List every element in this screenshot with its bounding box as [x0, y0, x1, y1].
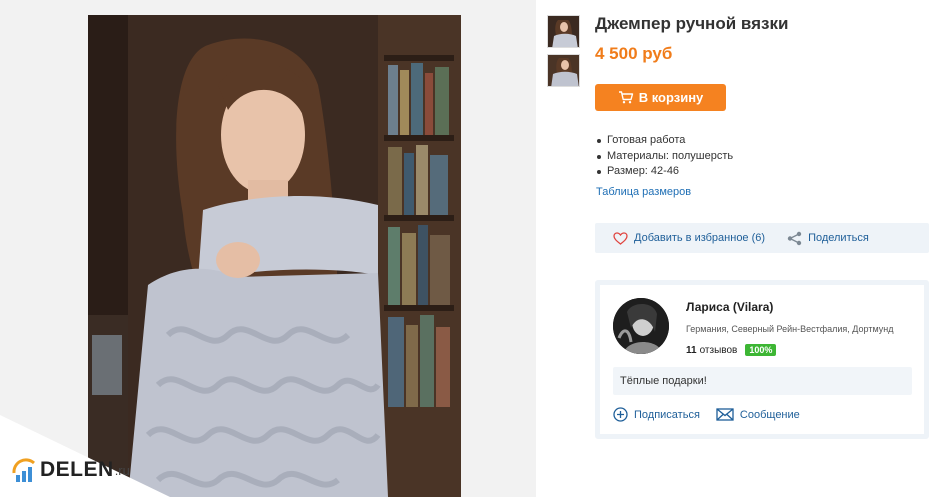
- seller-card: Лариса (Vilara) Германия, Северный Рейн-…: [595, 280, 929, 439]
- add-to-cart-label: В корзину: [638, 90, 704, 105]
- share-label: Поделиться: [808, 232, 869, 244]
- cart-icon: [618, 91, 633, 104]
- logo-brand-text: DELEN: [40, 458, 114, 481]
- watermark-triangle: [0, 415, 170, 497]
- seller-location: Германия, Северный Рейн-Вестфалия, Дортм…: [686, 324, 894, 334]
- seller-avatar[interactable]: [613, 298, 669, 354]
- product-thumbnail-1[interactable]: [547, 15, 580, 48]
- add-to-favorites-button[interactable]: Добавить в избранное (6): [613, 231, 766, 245]
- property-item: Размер: 42-46: [595, 164, 733, 180]
- product-actions-bar: Добавить в избранное (6) Поделиться: [595, 223, 929, 253]
- envelope-icon: [716, 408, 734, 421]
- product-price: 4 500 руб: [595, 44, 673, 63]
- send-message-button[interactable]: Сообщение: [716, 408, 800, 421]
- site-logo: DELEN .ru: [12, 457, 130, 483]
- share-button[interactable]: Поделиться: [787, 231, 869, 246]
- seller-reviews[interactable]: 11 отзывов 100%: [686, 344, 777, 356]
- product-title: Джемпер ручной вязки: [595, 14, 789, 33]
- send-message-label: Сообщение: [739, 408, 800, 421]
- share-icon: [787, 231, 802, 245]
- seller-name[interactable]: Лариса (Vilara): [686, 300, 773, 314]
- product-properties: Готовая работа Материалы: полушерсть Раз…: [595, 133, 733, 180]
- logo-tld-text: .ru: [114, 463, 130, 478]
- add-to-cart-button[interactable]: В корзину: [595, 84, 726, 111]
- property-item: Готовая работа: [595, 133, 733, 149]
- size-table-link[interactable]: Таблица размеров: [596, 186, 691, 198]
- product-thumbnail-2[interactable]: [547, 54, 580, 87]
- site-watermark: DELEN .ru: [0, 415, 170, 497]
- add-to-favorites-label: Добавить в избранное (6): [634, 232, 766, 244]
- reviews-count: 11: [686, 344, 697, 356]
- subscribe-label: Подписаться: [634, 408, 700, 421]
- heart-icon: [613, 231, 628, 245]
- seller-shop-message: Тёплые подарки!: [613, 367, 912, 395]
- property-item: Материалы: полушерсть: [595, 149, 733, 165]
- reviews-label: отзывов: [699, 344, 738, 356]
- seller-actions: Подписаться Сообщение: [613, 407, 800, 422]
- subscribe-button[interactable]: Подписаться: [613, 407, 700, 422]
- rating-badge: 100%: [745, 344, 777, 356]
- bar-chart-logo-icon: [12, 457, 38, 483]
- plus-circle-icon: [613, 407, 628, 422]
